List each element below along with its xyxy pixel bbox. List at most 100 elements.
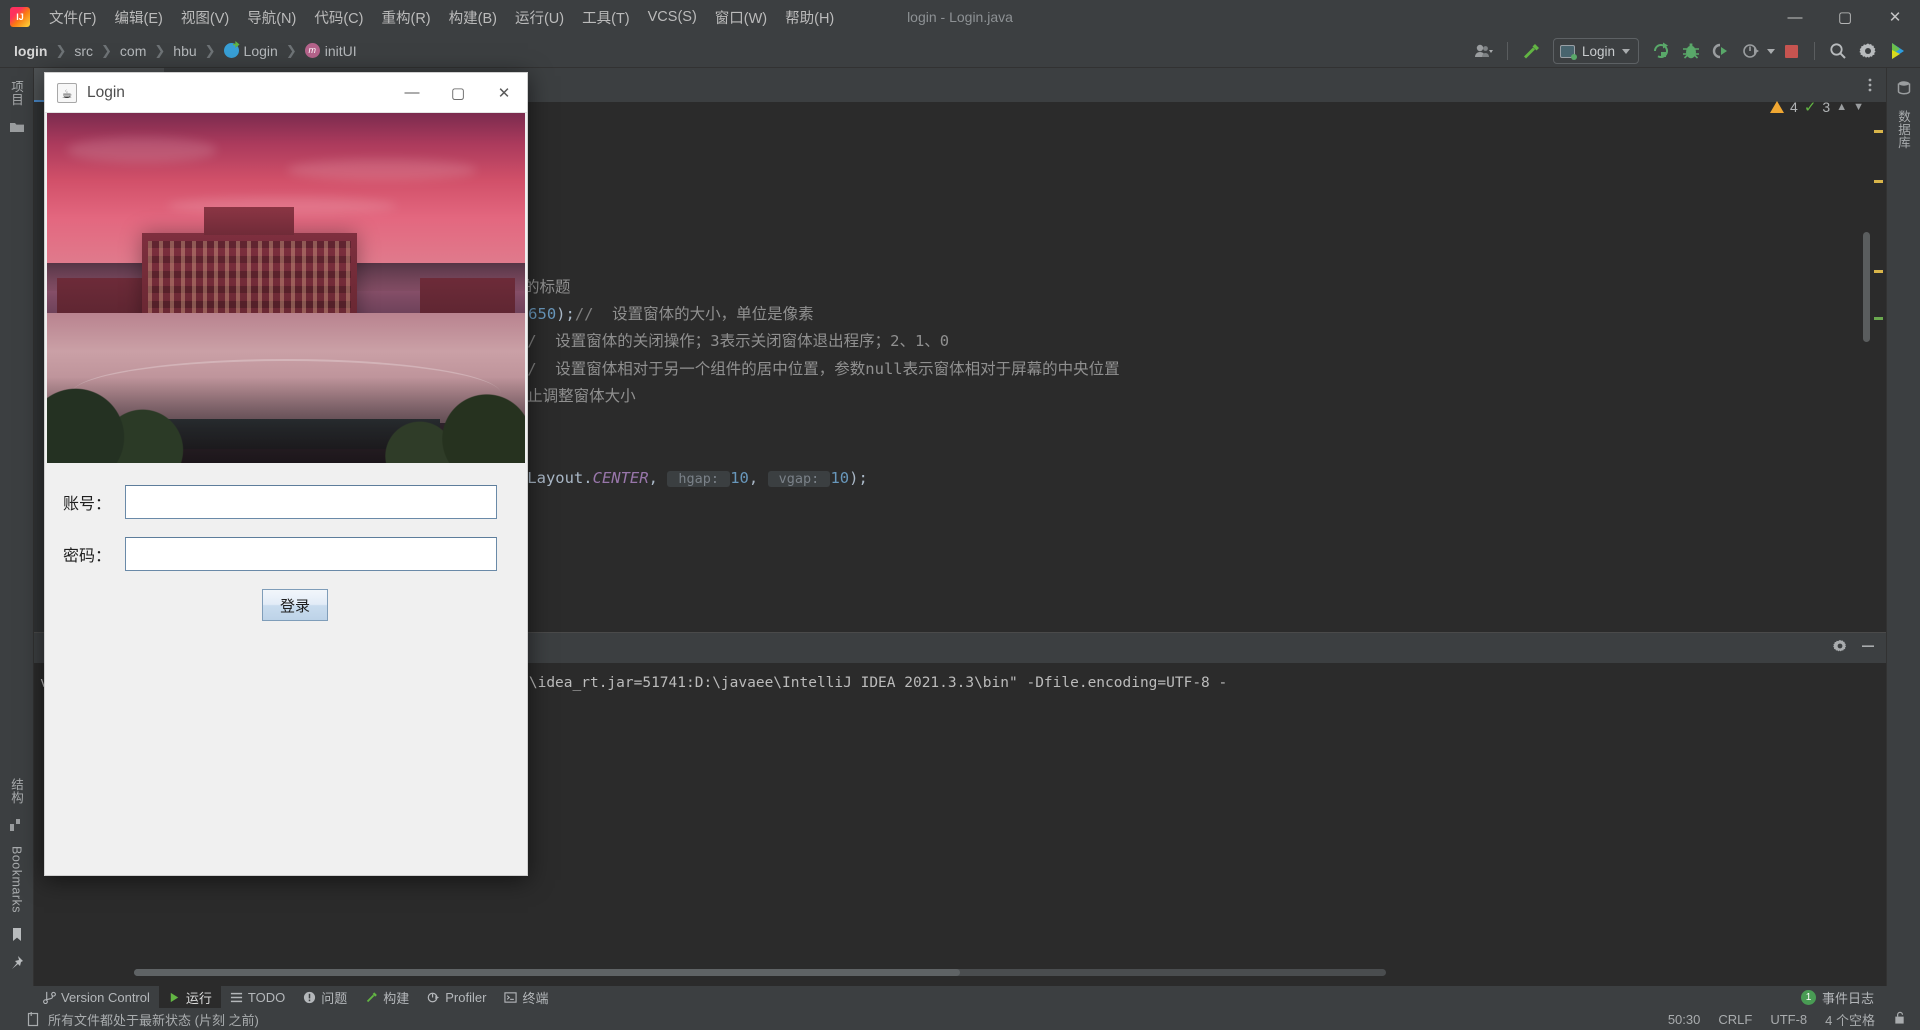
main-toolbar: Login [1470,34,1912,68]
login-button-row: 登录 [45,589,527,621]
toolbar-divider [1814,42,1815,60]
menu-tools[interactable]: 工具(T) [573,3,639,32]
account-input[interactable] [125,485,497,519]
code-token: 650 [528,305,557,324]
toolwindow-run[interactable]: 运行 [158,986,221,1008]
minimize-icon[interactable] [1860,638,1876,659]
status-bar-right: 50:30 CRLF UTF-8 4 个空格 [1668,1010,1912,1029]
login-maximize-button[interactable]: ▢ [435,73,481,113]
toolwindow-problems[interactable]: 问题 [294,986,356,1008]
toolwindow-label: Version Control [61,989,150,1005]
toolwindow-label: 构建 [383,990,410,1006]
hammer-icon[interactable] [1517,38,1545,64]
tool-window-bar: Version Control 运行 TODO 问题 构建 Profiler 终… [0,986,1920,1008]
breadcrumb-item-com[interactable]: com [120,43,146,59]
menu-window[interactable]: 窗口(W) [706,3,776,32]
toolwindow-version-control[interactable]: Version Control [34,986,159,1008]
code-token: CENTER [592,468,649,487]
breadcrumb-item-hbu[interactable]: hbu [173,43,196,59]
chevron-down-icon[interactable]: ▼ [1853,101,1864,113]
toolbar-divider [1506,42,1508,60]
campus-building-sunset-photo [47,113,525,463]
breadcrumb: login ❯ src ❯ com ❯ hbu ❯ Login ❯ initUI [14,43,357,59]
account-label: 账号： [63,496,112,513]
editor-marker-bar[interactable] [1872,102,1884,632]
menu-file[interactable]: 文件(F) [40,3,106,32]
sidebar-item-bookmarks[interactable]: Bookmarks [8,838,26,921]
inspections-widget[interactable]: 4 ✓ 3 ▲ ▼ [1770,98,1864,116]
menu-vcs[interactable]: VCS(S) [639,5,706,29]
pin-icon[interactable] [9,955,24,970]
breadcrumb-item-login[interactable]: login [14,43,47,59]
photo-cloud [67,137,217,163]
menu-build[interactable]: 构建(B) [440,3,506,32]
run-config-label: Login [1581,43,1615,59]
profiler-icon[interactable] [1737,38,1765,64]
login-application-window[interactable]: Login — ▢ ✕ 账号： [44,72,528,876]
run-with-coverage-icon[interactable] [1707,38,1735,64]
close-button[interactable]: ✕ [1870,0,1920,34]
caret-position[interactable]: 50:30 [1668,1012,1701,1027]
folder-icon[interactable] [9,120,25,134]
tab-options-button[interactable] [1862,68,1886,102]
console-horizontal-scrollbar[interactable] [134,969,1386,976]
breadcrumb-separator: ❯ [101,42,112,58]
sidebar-item-structure[interactable]: 结构 [5,770,28,812]
profiler-chevron-down-icon[interactable] [1767,48,1775,54]
toolwindow-build[interactable]: 构建 [356,986,418,1008]
menu-navigate[interactable]: 导航(N) [238,3,305,32]
structure-icon[interactable] [9,818,25,832]
event-log-widget[interactable]: 1 事件日志 [1800,988,1920,1007]
login-window-titlebar: Login — ▢ ✕ [45,73,527,113]
code-token: ); [556,305,575,324]
breadcrumb-item-method-initui[interactable]: initUI [304,43,357,59]
breadcrumb-separator: ❯ [204,42,216,58]
photo-cloud [287,159,477,181]
java-cup-icon [57,82,77,103]
maximize-button[interactable]: ▢ [1820,0,1870,34]
menu-view[interactable]: 视图(V) [172,3,238,32]
unlocked-icon[interactable] [1893,1011,1906,1028]
line-separator[interactable]: CRLF [1718,1012,1752,1027]
menu-bar: 文件(F) 编辑(E) 视图(V) 导航(N) 代码(C) 重构(R) 构建(B… [0,0,1920,34]
minimize-button[interactable]: — [1770,0,1820,34]
toolwindow-todo[interactable]: TODO [221,986,294,1008]
login-button[interactable]: 登录 [262,589,328,621]
file-status-text: 所有文件都处于最新状态 (片刻 之前) [48,1012,259,1028]
menu-code[interactable]: 代码(C) [305,3,372,32]
password-input[interactable] [125,537,497,571]
database-icon[interactable] [1896,80,1912,96]
idea-updates-icon[interactable] [1884,38,1912,64]
chevron-down-icon [1622,48,1630,54]
photo-trees [47,377,525,463]
bookmark-icon[interactable] [10,927,24,943]
code-token: 设置窗体的关闭操作；3表示关闭窗体退出程序；2、1、0 [536,332,950,351]
breadcrumb-item-class-login[interactable]: Login [223,43,278,59]
gear-icon[interactable] [1832,638,1848,659]
file-encoding[interactable]: UTF-8 [1770,1012,1807,1027]
search-icon[interactable] [1824,38,1852,64]
editor-vertical-scrollbar[interactable] [1863,232,1870,342]
sidebar-item-database[interactable]: 数据库 [1892,102,1915,157]
run-icon[interactable] [1647,38,1675,64]
menu-refactor[interactable]: 重构(R) [372,3,439,32]
gear-icon[interactable] [1854,38,1882,64]
toolwindow-profiler[interactable]: Profiler [418,986,495,1008]
breadcrumb-item-src[interactable]: src [74,43,93,59]
debug-icon[interactable] [1677,38,1705,64]
login-close-button[interactable]: ✕ [481,73,527,113]
run-configuration-selector[interactable]: Login [1552,38,1639,64]
scrollbar-thumb[interactable] [134,969,961,976]
sidebar-item-project[interactable]: 项目 [5,72,28,114]
login-minimize-button[interactable]: — [389,73,435,113]
code-token: // [574,305,594,324]
menu-edit[interactable]: 编辑(E) [106,3,172,32]
toolwindow-terminal[interactable]: 终端 [495,986,557,1008]
stop-icon[interactable] [1777,38,1805,64]
account-icon[interactable] [1470,38,1498,64]
chevron-up-icon[interactable]: ▲ [1836,101,1847,113]
indent-setting[interactable]: 4 个空格 [1825,1010,1875,1029]
menu-help[interactable]: 帮助(H) [776,3,843,32]
menu-run[interactable]: 运行(U) [506,3,573,32]
breadcrumb-separator: ❯ [154,42,166,58]
